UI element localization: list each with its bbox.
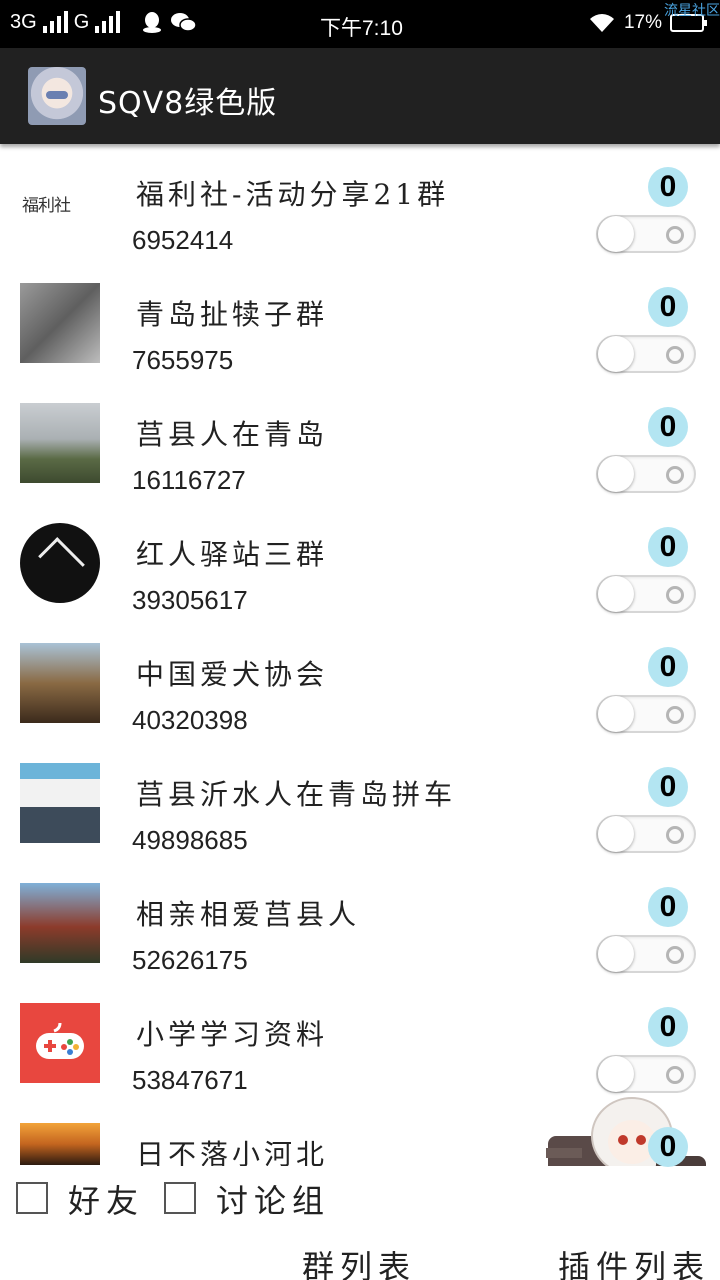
- toggle-knob: [598, 336, 634, 372]
- unread-badge: 0: [648, 767, 688, 807]
- group-name: 红人驿站三群: [136, 538, 329, 571]
- unread-badge: 0: [648, 527, 688, 567]
- group-name: 中国爱犬协会: [136, 658, 329, 691]
- clock: 下午7:10: [320, 17, 403, 40]
- group-avatar: [20, 283, 100, 363]
- signal-area: 3G G: [10, 10, 198, 34]
- toggle-off-icon: [666, 466, 684, 484]
- toggle-off-icon: [666, 226, 684, 244]
- qq-icon: [143, 12, 162, 33]
- unread-badge: 0: [648, 407, 688, 447]
- unread-badge: 0: [648, 647, 688, 687]
- network-type-2: G: [73, 10, 90, 33]
- list-item[interactable]: 中国爱犬协会 40320398 0: [0, 625, 720, 745]
- group-toggle[interactable]: [596, 575, 696, 613]
- list-item[interactable]: 莒县人在青岛 16116727 0: [0, 385, 720, 505]
- discussion-label: 讨论组: [216, 1182, 331, 1220]
- app-bar: SQV8绿色版: [0, 48, 720, 144]
- app-title: SQV8绿色版: [98, 86, 278, 121]
- group-toggle[interactable]: [596, 455, 696, 493]
- discussion-checkbox[interactable]: [164, 1182, 196, 1214]
- group-number: 40320398: [132, 705, 248, 735]
- toggle-knob: [598, 216, 634, 252]
- toggle-knob: [598, 936, 634, 972]
- list-item[interactable]: 青岛扯犊子群 7655975 0: [0, 265, 720, 385]
- toggle-knob: [598, 456, 634, 492]
- status-bar: 3G G 下午7:10 17% 流星社区: [0, 0, 720, 48]
- toggle-off-icon: [666, 706, 684, 724]
- group-avatar: [20, 1003, 100, 1083]
- group-avatar: [20, 523, 100, 603]
- toggle-off-icon: [666, 826, 684, 844]
- group-list[interactable]: 福利社 福利社-活动分享21群 6952414 0 青岛扯犊子群 7655975…: [0, 145, 720, 1225]
- wechat-icon: [171, 13, 197, 32]
- unread-badge: 0: [648, 887, 688, 927]
- group-avatar: [20, 403, 100, 483]
- list-item[interactable]: 相亲相爱莒县人 52626175 0: [0, 865, 720, 985]
- toggle-knob: [598, 696, 634, 732]
- group-avatar: [20, 883, 100, 963]
- friends-label: 好友: [68, 1182, 145, 1220]
- group-name: 相亲相爱莒县人: [136, 898, 361, 931]
- signal-strength-icon: [42, 11, 68, 33]
- unread-badge: 0: [648, 287, 688, 327]
- group-name: 青岛扯犊子群: [136, 298, 329, 331]
- tab-plugin-list[interactable]: 插件列表: [558, 1242, 710, 1280]
- group-avatar: 福利社: [20, 163, 100, 243]
- unread-badge: 0: [648, 1127, 688, 1167]
- battery-percent: 17%: [623, 12, 662, 33]
- bottom-bar: 好友 讨论组 群列表 插件列表: [0, 1166, 720, 1280]
- toggle-off-icon: [666, 586, 684, 604]
- network-type-1: 3G: [10, 10, 37, 33]
- toggle-knob: [598, 576, 634, 612]
- list-item[interactable]: 福利社 福利社-活动分享21群 6952414 0: [0, 145, 720, 265]
- tab-group-list[interactable]: 群列表: [302, 1242, 416, 1280]
- group-toggle[interactable]: [596, 935, 696, 973]
- group-name: 莒县人在青岛: [136, 418, 329, 451]
- group-number: 7655975: [132, 345, 234, 375]
- group-number: 6952414: [132, 225, 234, 255]
- group-number: 52626175: [132, 945, 248, 975]
- list-item[interactable]: 莒县沂水人在青岛拼车 49898685 0: [0, 745, 720, 865]
- signal-strength-icon-2: [95, 11, 121, 33]
- gamepad-icon: [36, 1022, 84, 1059]
- app-avatar-icon[interactable]: [28, 67, 86, 125]
- avatar-logo-text: 福利社: [22, 196, 71, 216]
- group-toggle[interactable]: [596, 215, 696, 253]
- group-toggle[interactable]: [596, 695, 696, 733]
- group-number: 39305617: [132, 585, 248, 615]
- group-avatar: [20, 643, 100, 723]
- friends-checkbox[interactable]: [16, 1182, 48, 1214]
- toggle-off-icon: [666, 946, 684, 964]
- group-number: 49898685: [132, 825, 248, 855]
- group-avatar: [20, 1123, 100, 1165]
- group-name: 小学学习资料: [136, 1018, 329, 1051]
- toggle-knob: [598, 816, 634, 852]
- toggle-off-icon: [666, 1066, 684, 1084]
- group-toggle[interactable]: [596, 335, 696, 373]
- group-number: 53847671: [132, 1065, 248, 1095]
- watermark: 流星社区: [664, 3, 720, 19]
- wifi-icon: [589, 14, 614, 32]
- group-number: 16116727: [132, 465, 246, 495]
- group-name: 莒县沂水人在青岛拼车: [136, 778, 457, 811]
- group-toggle[interactable]: [596, 815, 696, 853]
- unread-badge: 0: [648, 1007, 688, 1047]
- toggle-off-icon: [666, 346, 684, 364]
- unread-badge: 0: [648, 167, 688, 207]
- group-avatar: [20, 763, 100, 843]
- group-name: 福利社-活动分享21群: [136, 178, 450, 211]
- list-item[interactable]: 红人驿站三群 39305617 0: [0, 505, 720, 625]
